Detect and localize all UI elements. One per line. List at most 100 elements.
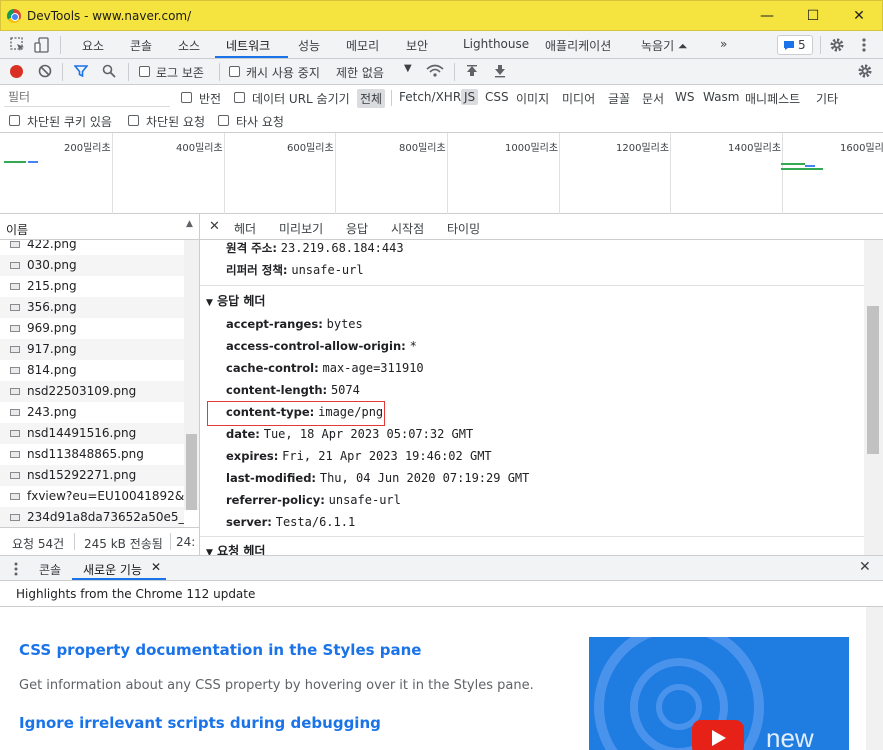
- preserve-log-checkbox[interactable]: [139, 66, 150, 77]
- response-header-row: last-modified: Thu, 04 Jun 2020 07:19:29…: [226, 471, 529, 485]
- header-key: content-length:: [226, 383, 328, 397]
- tab-preview[interactable]: 미리보기: [279, 220, 323, 237]
- search-icon[interactable]: [102, 64, 116, 78]
- blocked-cookies-checkbox[interactable]: [9, 115, 20, 126]
- tab-recorder[interactable]: 녹음기 ⏶: [641, 37, 688, 54]
- tab-memory[interactable]: 메모리: [346, 37, 379, 54]
- issues-button[interactable]: 5: [777, 35, 813, 55]
- filter-type-img[interactable]: 이미지: [513, 89, 552, 108]
- divider: [219, 63, 220, 81]
- filter-type-all[interactable]: 전체: [357, 89, 386, 108]
- request-row[interactable]: 969.png: [0, 318, 184, 339]
- image-file-icon: [10, 472, 20, 479]
- close-tab-icon[interactable]: ✕: [151, 560, 161, 574]
- timeline-bar: [781, 163, 805, 165]
- feature-heading-link[interactable]: Ignore irrelevant scripts during debuggi…: [19, 714, 381, 732]
- header-key: 리퍼러 정책:: [226, 263, 288, 277]
- import-har-icon[interactable]: [465, 64, 479, 78]
- drawer-menu-icon[interactable]: [12, 561, 20, 577]
- tab-sources[interactable]: 소스: [178, 37, 200, 54]
- request-row[interactable]: 234d91a8da73652a50e5_202: [0, 507, 184, 527]
- drawer-scrollbar[interactable]: [866, 607, 883, 750]
- promo-video-thumbnail[interactable]: new: [589, 637, 849, 750]
- close-detail-icon[interactable]: ✕: [209, 219, 220, 234]
- timeline-label: 800밀리초: [399, 143, 446, 154]
- request-name: 030.png: [27, 258, 77, 272]
- drawer-tab-console[interactable]: 콘솔: [39, 561, 61, 578]
- tab-initiator[interactable]: 시작점: [391, 220, 424, 237]
- response-header-row: content-length: 5074: [226, 383, 360, 397]
- kebab-menu-icon[interactable]: [858, 37, 870, 53]
- request-row[interactable]: nsd14491516.png: [0, 423, 184, 444]
- name-column-header[interactable]: 이름 ▲: [0, 214, 199, 240]
- feature-heading-link[interactable]: CSS property documentation in the Styles…: [19, 641, 421, 659]
- filter-type-fetch-xhr[interactable]: Fetch/XHR: [396, 89, 464, 105]
- close-drawer-icon[interactable]: ✕: [859, 559, 871, 575]
- network-settings-gear-icon[interactable]: [857, 63, 873, 79]
- blocked-requests-checkbox[interactable]: [128, 115, 139, 126]
- filter-type-ws[interactable]: WS: [672, 89, 697, 105]
- request-row[interactable]: 814.png: [0, 360, 184, 381]
- tab-security[interactable]: 보안: [406, 37, 428, 54]
- request-row[interactable]: 356.png: [0, 297, 184, 318]
- tab-lighthouse[interactable]: Lighthouse: [463, 37, 529, 51]
- export-har-icon[interactable]: [493, 64, 507, 78]
- header-value: Tue, 18 Apr 2023 05:07:32 GMT: [263, 427, 474, 441]
- request-row[interactable]: nsd15292271.png: [0, 465, 184, 486]
- filter-type-js[interactable]: JS: [461, 89, 479, 105]
- filter-type-other[interactable]: 기타: [813, 89, 841, 108]
- device-toolbar-icon[interactable]: [34, 37, 50, 53]
- tab-response[interactable]: 응답: [346, 220, 368, 237]
- request-row[interactable]: nsd22503109.png: [0, 381, 184, 402]
- record-icon[interactable]: [10, 65, 23, 78]
- request-row[interactable]: nsd113848865.png: [0, 444, 184, 465]
- disable-cache-checkbox[interactable]: [229, 66, 240, 77]
- inspect-element-icon[interactable]: [10, 37, 26, 53]
- third-party-checkbox[interactable]: [218, 115, 229, 126]
- minimize-button[interactable]: —: [755, 5, 779, 27]
- filter-type-wasm[interactable]: Wasm: [700, 89, 742, 105]
- invert-checkbox[interactable]: [181, 92, 192, 103]
- tab-network[interactable]: 네트워크: [226, 37, 270, 54]
- header-key: date:: [226, 427, 260, 441]
- tab-console[interactable]: 콘솔: [130, 37, 152, 54]
- hide-data-urls-checkbox[interactable]: [234, 92, 245, 103]
- maximize-button[interactable]: ☐: [801, 5, 825, 27]
- filter-type-font[interactable]: 글꼴: [605, 89, 633, 108]
- scrollbar-thumb[interactable]: [867, 306, 879, 454]
- filter-type-doc[interactable]: 문서: [639, 89, 667, 108]
- gear-icon[interactable]: [829, 37, 845, 53]
- clear-icon[interactable]: [38, 64, 52, 78]
- scrollbar-thumb[interactable]: [186, 434, 197, 510]
- request-row[interactable]: 243.png: [0, 402, 184, 423]
- filter-icon[interactable]: [74, 64, 88, 78]
- filter-type-manifest[interactable]: 매니페스트: [742, 89, 803, 108]
- referrer-policy-row: 리퍼러 정책: unsafe-url: [226, 262, 364, 278]
- network-conditions-icon[interactable]: [426, 64, 444, 78]
- close-window-button[interactable]: ✕: [847, 5, 871, 27]
- invert-label: 반전: [199, 92, 222, 106]
- tab-timing[interactable]: 타이밍: [447, 220, 480, 237]
- request-row[interactable]: 215.png: [0, 276, 184, 297]
- throttling-select[interactable]: 제한 없음: [336, 64, 384, 81]
- timeline-overview[interactable]: 200밀리초 400밀리초 600밀리초 800밀리초 1000밀리초 1200…: [0, 133, 883, 214]
- more-tabs-button[interactable]: »: [720, 37, 727, 51]
- request-row[interactable]: 030.png: [0, 255, 184, 276]
- filter-input[interactable]: [4, 88, 170, 107]
- tab-application[interactable]: 애플리케이션: [545, 37, 611, 54]
- request-name: 814.png: [27, 363, 77, 377]
- tab-performance[interactable]: 성능: [298, 37, 320, 54]
- filter-type-media[interactable]: 미디어: [559, 89, 598, 108]
- timeline-bar: [805, 165, 815, 167]
- transferred-size: 245 kB 전송됨: [84, 537, 163, 551]
- request-row[interactable]: fxview?eu=EU10041892&calp: [0, 486, 184, 507]
- request-row[interactable]: 917.png: [0, 339, 184, 360]
- request-list: 이름 ▲ 422.png 030.png 215.png 356.png 969.png…: [0, 214, 200, 555]
- filter-type-css[interactable]: CSS: [482, 89, 512, 105]
- filter-bar: 반전 데이터 URL 숨기기 전체 Fetch/XHR JS CSS 이미지 미…: [0, 85, 883, 133]
- tab-elements[interactable]: 요소: [82, 37, 104, 54]
- tab-headers[interactable]: 헤더: [234, 220, 256, 237]
- response-headers-section[interactable]: ▼ 응답 헤더: [206, 292, 265, 309]
- header-value: Fri, 21 Apr 2023 19:46:02 GMT: [282, 449, 492, 463]
- drawer-tab-whats-new[interactable]: 새로운 기능: [83, 561, 142, 578]
